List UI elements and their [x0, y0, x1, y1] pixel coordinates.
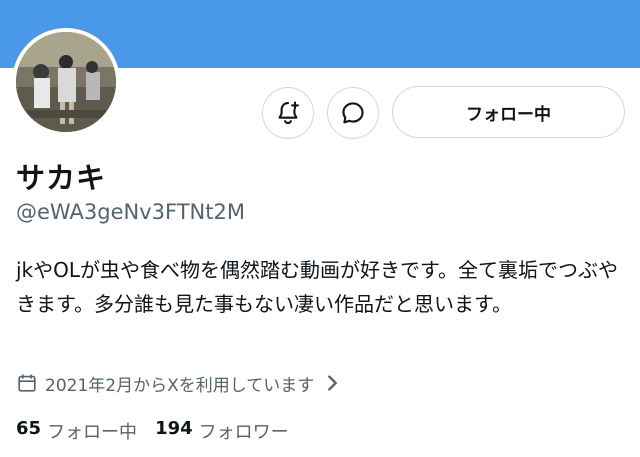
join-date[interactable]: 2021年2月からXを利用しています [16, 370, 343, 396]
user-handle: @eWA3geNv3FTNt2M [16, 200, 245, 224]
notify-button[interactable] [262, 87, 314, 139]
profile-bio: jkやOLが虫や食べ物を偶然踏む動画が好きです。全て裏垢でつぶやきます。多分誰も… [16, 258, 619, 316]
chevron-right-icon [328, 375, 338, 391]
followers-count: 194 [155, 418, 193, 439]
join-date-text: 2021年2月からXを利用しています [45, 375, 315, 396]
follow-stats: 65 フォロー中 194 フォロワー [16, 418, 289, 444]
followers-stat[interactable]: 194 フォロワー [155, 418, 289, 444]
following-count: 65 [16, 418, 42, 439]
following-label: フォロー中 [47, 422, 138, 443]
following-button[interactable]: フォロー中 [392, 86, 625, 138]
avatar[interactable] [12, 28, 120, 136]
display-name: サカキ [16, 161, 107, 195]
message-icon [342, 102, 364, 124]
following-stat[interactable]: 65 フォロー中 [16, 418, 137, 444]
bell-plus-icon [278, 101, 299, 125]
followers-label: フォロワー [198, 422, 289, 443]
message-button[interactable] [327, 87, 379, 139]
calendar-icon [18, 374, 36, 392]
